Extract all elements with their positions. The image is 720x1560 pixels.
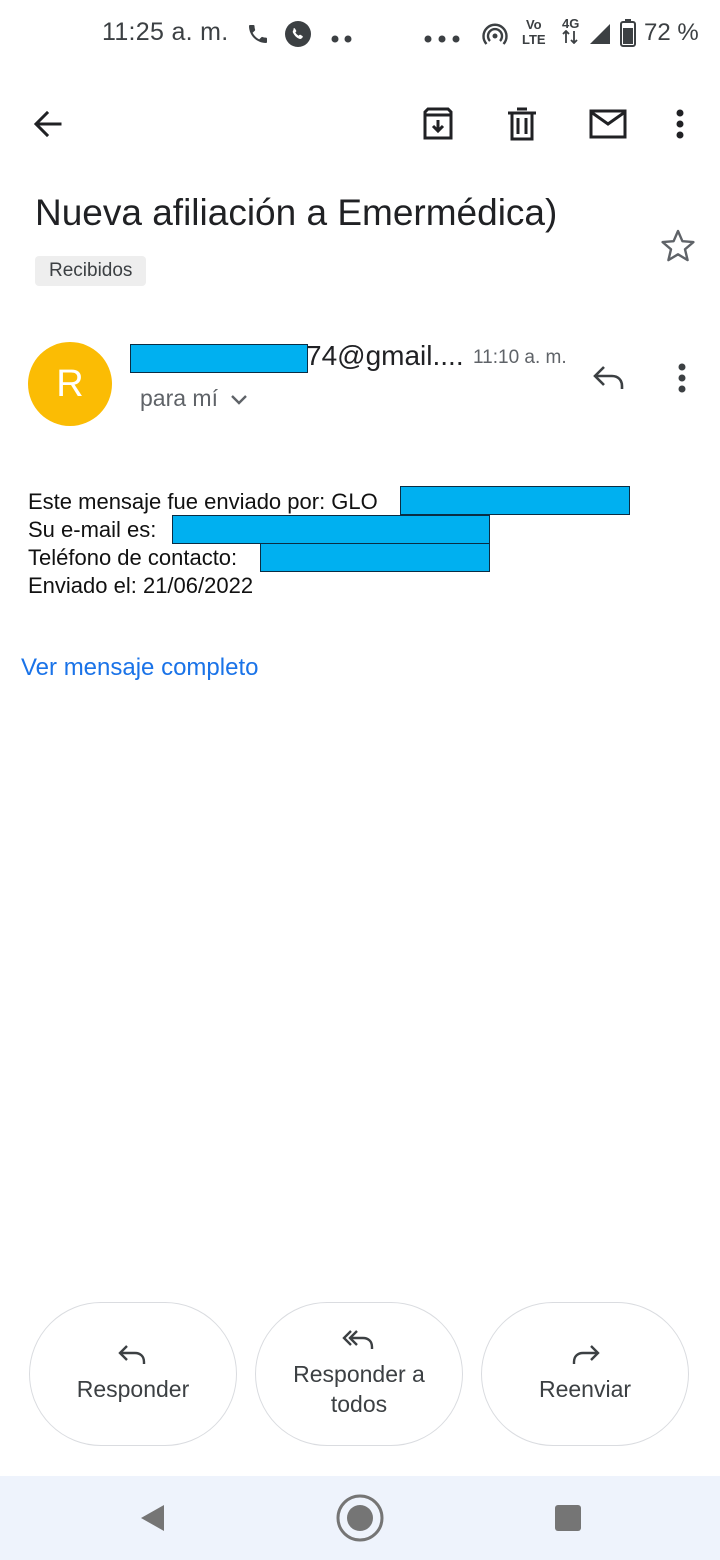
delete-button[interactable] [496,98,548,150]
reply-icon [118,1345,146,1364]
phone-call-icon [249,25,267,43]
redaction-phone [260,543,490,572]
mark-unread-button[interactable] [580,98,636,150]
reply-all-action-button[interactable]: Responder a todos [255,1302,463,1446]
more-status-icon [424,30,460,43]
email-time: 11:10 a. m. [473,347,567,368]
nav-recents-button[interactable] [544,1494,592,1542]
more-notifications-icon [330,30,354,43]
redaction-sender [130,344,308,373]
battery-percent: 72 % [644,19,699,46]
archive-icon [423,107,453,140]
mail-icon [589,109,627,139]
message-more-button[interactable] [664,354,700,402]
forward-action-label: Reenviar [538,1376,632,1402]
more-vert-icon [676,109,684,139]
body-line-sender: Este mensaje fue enviado por: GLO [28,489,378,514]
reply-action-button[interactable]: Responder [29,1302,237,1446]
back-button[interactable] [22,98,74,150]
redaction-email [172,515,490,544]
reply-action-label: Responder [76,1376,190,1402]
signal-icon [590,24,610,44]
more-vert-icon [678,363,686,393]
star-button[interactable] [654,222,702,270]
forward-action-button[interactable]: Reenviar [481,1302,689,1446]
recipient-details-toggle[interactable]: para mí [140,385,248,412]
status-time: 11:25 a. m. [102,18,229,46]
reply-button[interactable] [584,354,634,402]
sender-avatar[interactable]: R [28,342,112,426]
nav-home-button[interactable] [334,1492,386,1544]
trash-icon [508,107,536,141]
body-line-phone: Teléfono de contacto: [28,545,238,570]
reply-all-icon [342,1330,374,1349]
arrow-left-icon [33,110,62,138]
nav-recents-icon [555,1505,581,1531]
nav-home-icon [336,1494,384,1542]
archive-button[interactable] [412,98,464,150]
volte-icon: Vo LTE [522,17,546,47]
hotspot-icon [482,23,508,45]
redaction-name [400,486,630,515]
nav-back-button[interactable] [128,1494,176,1542]
recipient-label: para mí [140,385,218,411]
sender-email[interactable]: 74@gmail.... [306,340,464,372]
email-subject: Nueva afiliación a Emermédica) [35,192,558,233]
forward-icon [572,1345,600,1364]
chevron-down-icon [231,394,247,405]
more-options-button[interactable] [662,98,698,150]
reply-icon [593,366,624,389]
view-full-message-link[interactable]: Ver mensaje completo [21,654,258,682]
body-line-date: Enviado el: 21/06/2022 [28,573,254,598]
body-line-email: Su e-mail es: [28,517,157,542]
battery-icon [620,19,636,47]
star-icon [661,229,695,262]
whatsapp-icon [285,21,311,47]
nav-back-icon [141,1505,164,1531]
inbox-label-chip[interactable]: Recibidos [35,256,147,286]
reply-all-action-label: Responder a todos [293,1361,425,1417]
network-type-icon: 4G [562,17,579,46]
